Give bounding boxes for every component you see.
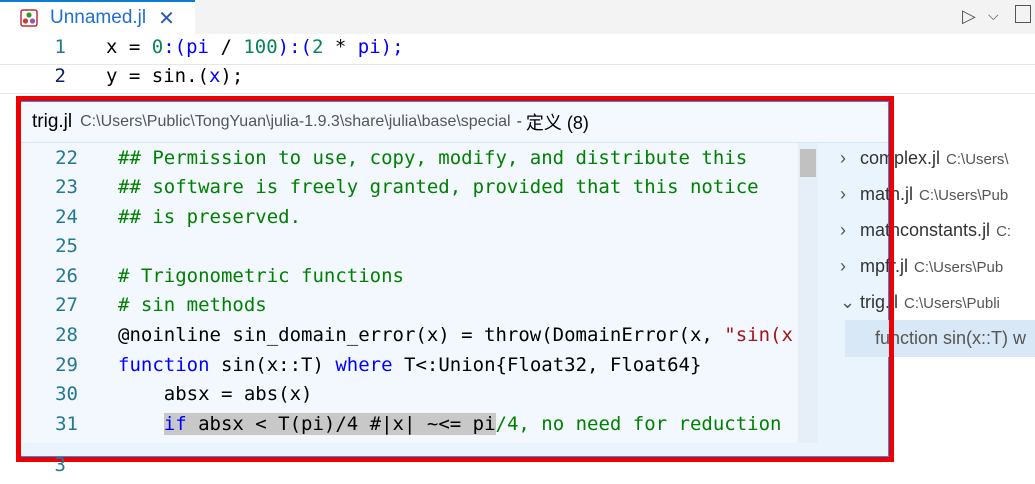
peek-line[interactable]: 22 ## Permission to use, copy, modify, a… <box>20 147 798 176</box>
line-number: 30 <box>55 383 78 405</box>
peek-scrollbar[interactable] <box>798 143 818 443</box>
line-number: 22 <box>55 147 78 169</box>
code-text: @noinline sin_domain_error(x) = throw(Do… <box>118 324 793 346</box>
reference-item[interactable]: › complex.jl C:\Users\ <box>840 148 1009 178</box>
line-number: 1 <box>54 36 66 58</box>
peek-line[interactable]: 25 <box>20 235 798 264</box>
peek-line[interactable]: 24 ## is preserved. <box>20 206 798 235</box>
peek-code-area[interactable]: 22 ## Permission to use, copy, modify, a… <box>20 143 798 443</box>
reference-item[interactable]: › mpfr.jl C:\Users\Pub <box>840 256 1003 286</box>
peek-line[interactable]: 30 absx = abs(x) <box>20 383 798 412</box>
reference-item[interactable]: › math.jl C:\Users\Pub <box>840 184 1008 214</box>
peek-header: trig.jl C:\Users\Public\TongYuan\julia-1… <box>20 102 888 143</box>
chevron-right-icon: › <box>840 220 846 240</box>
code-text: absx = abs(x) <box>118 383 313 405</box>
peek-definition-count: 定义 (8) <box>525 113 589 133</box>
tab-bar: Unnamed.jl ✕ ▷ ⌵ <box>0 0 1035 34</box>
code-text: # sin methods <box>118 294 267 316</box>
peek-line[interactable]: 27 # sin methods <box>20 294 798 323</box>
editor-line[interactable]: 3 <box>0 454 1035 484</box>
line-number: 3 <box>54 454 66 476</box>
peek-separator: - <box>516 113 522 130</box>
code-text: if absx < T(pi)/4 #|x| ~<= pi/4, no need… <box>163 413 782 435</box>
line-number: 31 <box>55 413 78 435</box>
line-number: 29 <box>55 354 78 376</box>
reference-item-expanded[interactable]: ⌄ trig.jl C:\Users\Publi <box>840 292 1000 322</box>
tab-unnamed-jl[interactable]: Unnamed.jl ✕ <box>0 0 195 34</box>
line-number: 25 <box>55 235 78 257</box>
chevron-right-icon: › <box>840 148 846 168</box>
chevron-right-icon: › <box>840 184 846 204</box>
editor-line[interactable]: 1 x = 0:(pi / 100):(2 * pi); <box>0 36 1035 66</box>
peek-line[interactable]: 26 # Trigonometric functions <box>20 265 798 294</box>
peek-definition-widget: trig.jl C:\Users\Public\TongYuan\julia-1… <box>18 100 890 458</box>
line-number: 27 <box>55 294 78 316</box>
line-number: 26 <box>55 265 78 287</box>
code-text: # Trigonometric functions <box>118 265 404 287</box>
code-text: function sin(x::T) where T<:Union{Float3… <box>118 354 702 376</box>
peek-line[interactable]: 31 if absx < T(pi)/4 #|x| ~<= pi/4, no n… <box>20 413 798 442</box>
code-text: y = sin.(x); <box>106 65 244 87</box>
selected-reference-text: function sin(x::T) w <box>875 328 1027 348</box>
line-number: 2 <box>54 65 66 87</box>
chevron-right-icon: › <box>840 256 846 276</box>
code-text: ## is preserved. <box>118 206 302 228</box>
reference-item[interactable]: › mathconstants.jl C: <box>840 220 1011 250</box>
line-number: 23 <box>55 176 78 198</box>
peek-file-path: C:\Users\Public\TongYuan\julia-1.9.3\sha… <box>80 113 511 130</box>
chevron-down-icon[interactable]: ⌵ <box>988 7 999 24</box>
editor-line-current[interactable]: 2 y = sin.(x); <box>0 64 1035 94</box>
line-number: 28 <box>55 324 78 346</box>
peek-line[interactable]: 28 @noinline sin_domain_error(x) = throw… <box>20 324 798 353</box>
peek-line[interactable]: 23 ## software is freely granted, provid… <box>20 176 798 205</box>
code-text: ## software is freely granted, provided … <box>118 176 759 198</box>
julia-file-icon <box>20 9 38 27</box>
scrollbar-thumb[interactable] <box>800 149 816 177</box>
code-text: x = 0:(pi / 100):(2 * pi); <box>106 36 404 58</box>
peek-file-name[interactable]: trig.jl <box>32 111 72 133</box>
tab-title: Unnamed.jl <box>50 7 147 28</box>
line-number: 24 <box>55 206 78 228</box>
selected-reference-row[interactable]: function sin(x::T) w <box>845 320 1035 357</box>
split-editor-icon[interactable] <box>1015 5 1031 23</box>
chevron-down-icon: ⌄ <box>840 292 856 312</box>
close-icon[interactable]: ✕ <box>158 6 175 31</box>
peek-line[interactable]: 29 function sin(x::T) where T<:Union{Flo… <box>20 354 798 383</box>
run-icon[interactable]: ▷ <box>962 6 976 27</box>
code-text: ## Permission to use, copy, modify, and … <box>118 147 748 169</box>
